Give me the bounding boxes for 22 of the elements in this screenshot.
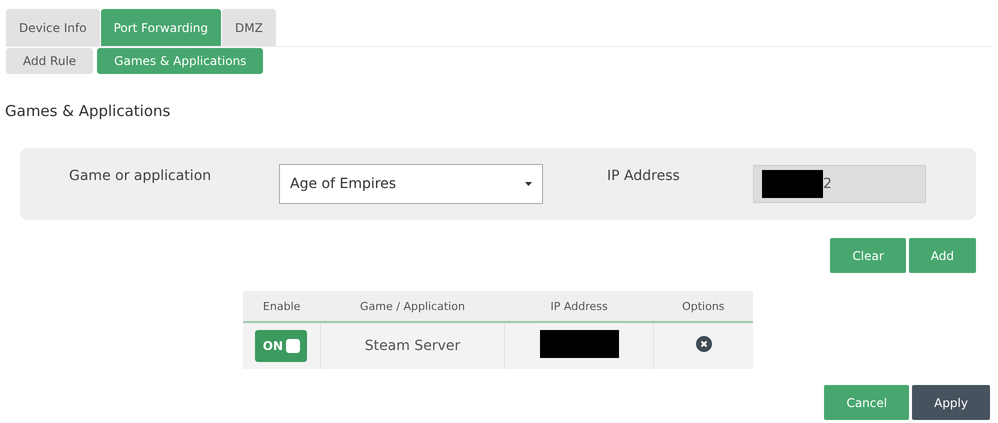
- column-header: Enable: [243, 291, 320, 322]
- section-heading: Games & Applications: [5, 102, 170, 120]
- game-select[interactable]: Age of Empires: [279, 164, 543, 204]
- remove-icon[interactable]: [696, 336, 712, 352]
- form-button[interactable]: Add: [908, 238, 976, 273]
- footer-button[interactable]: Cancel: [824, 385, 910, 420]
- field-label: Game or application: [69, 168, 212, 184]
- tab[interactable]: Port Forwarding: [100, 9, 221, 46]
- form-button[interactable]: Clear: [830, 238, 906, 273]
- sub-tab[interactable]: Games & Applications: [97, 48, 264, 74]
- tab[interactable]: Device Info: [6, 9, 100, 46]
- ip-address-field[interactable]: 2: [753, 165, 926, 203]
- column-header: Game / Application: [320, 291, 505, 322]
- table-cell: Steam Server: [320, 322, 505, 369]
- tab[interactable]: DMZ: [222, 9, 276, 46]
- caret-icon: [525, 182, 532, 186]
- sub-tab[interactable]: Add Rule: [6, 48, 94, 74]
- column-header: Options: [654, 291, 753, 322]
- field-label: IP Address: [607, 168, 681, 184]
- enable-toggle[interactable]: ON: [255, 330, 308, 362]
- column-header: IP Address: [504, 291, 654, 322]
- footer-button[interactable]: Apply: [912, 385, 990, 420]
